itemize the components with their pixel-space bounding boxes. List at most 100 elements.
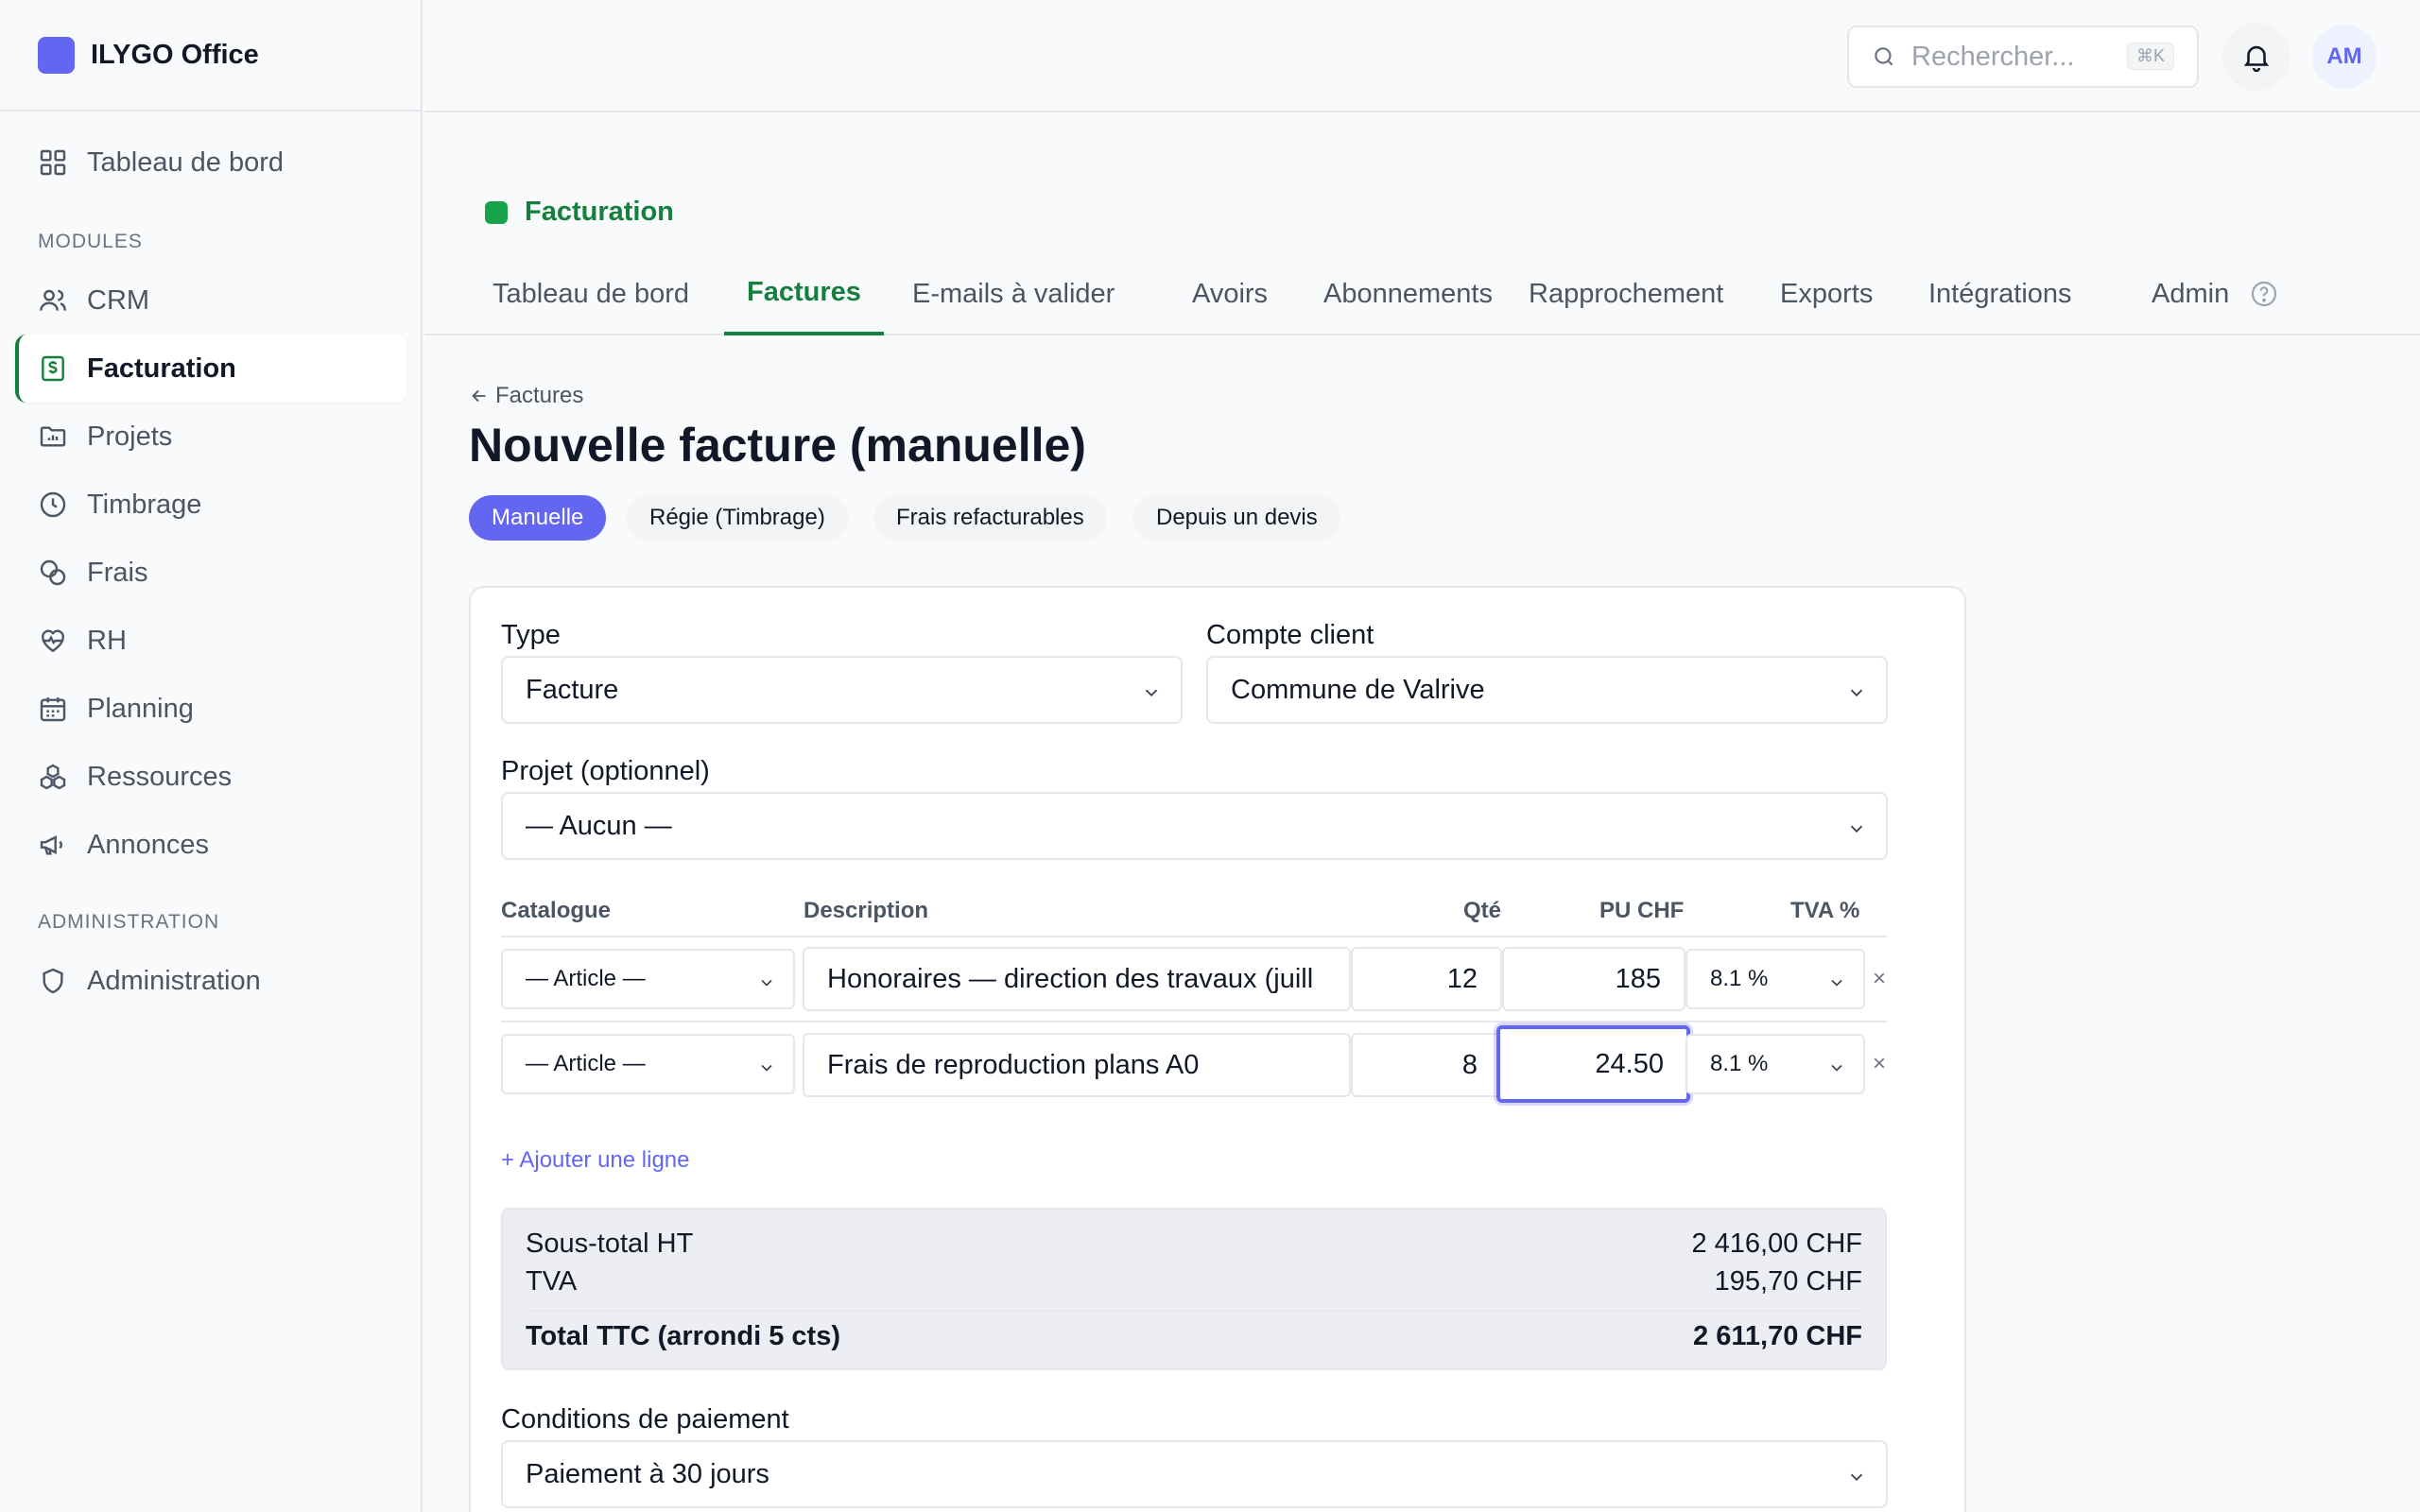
type-select[interactable]: Facture (501, 656, 1183, 724)
chevron-down-icon (761, 1064, 772, 1072)
sidebar: ILYGO Office Tableau de bord MODULES CRM… (0, 0, 423, 1512)
search-icon (1875, 47, 1893, 66)
line-unit-price-input[interactable]: 185 (1502, 947, 1685, 1011)
back-link[interactable]: Factures (469, 383, 583, 409)
line-vat-select[interactable]: 8.1 % (1685, 949, 1865, 1009)
sidebar-item-label: Tableau de bord (87, 146, 284, 178)
tab-tableau-de-bord[interactable]: Tableau de bord (470, 253, 712, 335)
sidebar-item-annonces[interactable]: Annonces (15, 811, 406, 879)
arrow-left-icon (472, 389, 486, 403)
line-catalogue-value: — Article — (526, 1051, 646, 1076)
tab-factures[interactable]: Factures (724, 253, 884, 335)
remove-line-button[interactable]: × (1873, 1051, 1886, 1077)
clock-icon (40, 491, 66, 518)
sidebar-item-frais[interactable]: Frais (15, 539, 406, 607)
bell-icon (2243, 45, 2270, 73)
search-placeholder: Rechercher... (1911, 41, 2075, 72)
add-line-button[interactable]: + Ajouter une ligne (501, 1147, 690, 1174)
tab-admin[interactable]: Admin (2129, 253, 2252, 335)
tab-integrations[interactable]: Intégrations (1906, 253, 2095, 335)
sidebar-item-label: Facturation (87, 352, 236, 384)
brand-logo (38, 36, 75, 74)
invoice-dollar-icon (42, 355, 64, 382)
sidebar-item-crm[interactable]: CRM (15, 266, 406, 335)
line-description-input[interactable]: Frais de reproduction plans A0 (803, 1033, 1351, 1097)
mode-regie[interactable]: Régie (Timbrage) (627, 495, 848, 541)
tab-emails-a-valider[interactable]: E-mails à valider (890, 253, 1137, 335)
total-label: Total TTC (arrondi 5 cts) (526, 1321, 840, 1351)
notifications-button[interactable] (2222, 23, 2290, 91)
payment-terms-select[interactable]: Paiement à 30 jours (501, 1440, 1888, 1508)
subtotal-value: 2 416,00 CHF (1691, 1228, 1862, 1259)
chevron-down-icon (1850, 825, 1863, 833)
vat-label: TVA (526, 1266, 578, 1297)
line-vat-value: 8.1 % (1710, 1051, 1769, 1076)
heart-pulse-icon (42, 629, 64, 653)
sidebar-item-rh[interactable]: RH (15, 607, 406, 675)
sidebar-item-label: Ressources (87, 761, 233, 792)
sidebar-item-projets[interactable]: Projets (15, 403, 406, 471)
sidebar-item-dashboard[interactable]: Tableau de bord (15, 129, 406, 197)
client-select[interactable]: Commune de Valrive (1206, 656, 1888, 724)
help-icon[interactable] (2249, 279, 2279, 309)
mode-manuelle[interactable]: Manuelle (469, 495, 607, 541)
client-label: Compte client (1206, 620, 1374, 650)
row-divider (501, 1021, 1887, 1022)
brand[interactable]: ILYGO Office (0, 0, 421, 112)
page-title: Nouvelle facture (manuelle) (469, 419, 1086, 472)
tab-rapprochement[interactable]: Rapprochement (1506, 253, 1746, 335)
sidebar-item-administration[interactable]: Administration (15, 947, 406, 1015)
sidebar-item-label: Planning (87, 693, 194, 724)
line-catalogue-select[interactable]: — Article — (501, 949, 795, 1009)
type-label: Type (501, 620, 561, 650)
line-qty-input[interactable]: 12 (1351, 947, 1502, 1011)
search-input[interactable]: Rechercher... ⌘K (1847, 26, 2199, 88)
column-header-catalogue: Catalogue (501, 898, 612, 923)
line-vat-select[interactable]: 8.1 % (1685, 1034, 1865, 1094)
chevron-down-icon (761, 979, 772, 987)
payment-terms-value: Paiement à 30 jours (526, 1458, 769, 1489)
vat-value: 195,70 CHF (1714, 1266, 1862, 1297)
chevron-down-icon (1831, 1064, 1842, 1072)
sidebar-item-facturation[interactable]: Facturation (15, 335, 406, 403)
project-select[interactable]: — Aucun — (501, 792, 1888, 860)
avatar[interactable]: AM (2312, 25, 2377, 89)
users-icon (40, 289, 66, 311)
tab-abonnements[interactable]: Abonnements (1301, 253, 1515, 335)
module-header: Facturation (485, 197, 674, 228)
line-description-input[interactable]: Honoraires — direction des travaux (juil… (803, 947, 1351, 1011)
back-link-label: Factures (495, 383, 584, 408)
sidebar-item-timbrage[interactable]: Timbrage (15, 471, 406, 539)
chevron-down-icon (1145, 689, 1158, 697)
line-catalogue-value: — Article — (526, 966, 646, 991)
line-unit-price-input[interactable]: 24.50 (1496, 1025, 1690, 1103)
subtotal-label: Sous-total HT (526, 1228, 694, 1259)
chevron-down-icon (1850, 689, 1863, 697)
tab-avoirs[interactable]: Avoirs (1169, 253, 1290, 335)
sidebar-item-label: Timbrage (87, 489, 202, 520)
sidebar-item-label: Administration (87, 965, 261, 996)
mode-frais-refacturables[interactable]: Frais refacturables (873, 495, 1107, 541)
line-qty-input[interactable]: 8 (1351, 1033, 1502, 1097)
remove-line-button[interactable]: × (1873, 966, 1886, 992)
tab-exports[interactable]: Exports (1757, 253, 1895, 335)
sidebar-item-planning[interactable]: Planning (15, 675, 406, 743)
totals-divider (526, 1310, 1862, 1312)
column-header-vat: TVA % (1790, 898, 1860, 923)
topbar: Rechercher... ⌘K AM (424, 0, 2420, 112)
header-divider (501, 936, 1887, 937)
chevron-down-icon (1850, 1473, 1863, 1482)
module-title: Facturation (525, 197, 674, 227)
mode-depuis-devis[interactable]: Depuis un devis (1133, 495, 1340, 541)
sidebar-section-administration: ADMINISTRATION (38, 911, 220, 933)
payment-terms-label: Conditions de paiement (501, 1404, 789, 1435)
column-header-description: Description (804, 898, 929, 923)
shield-icon (43, 968, 63, 994)
sidebar-item-ressources[interactable]: Ressources (15, 743, 406, 811)
coins-icon (40, 559, 66, 586)
sidebar-item-label: Frais (87, 557, 148, 588)
line-catalogue-select[interactable]: — Article — (501, 1034, 795, 1094)
column-header-qty: Qté (1463, 898, 1502, 923)
totals-box: Sous-total HT 2 416,00 CHF TVA 195,70 CH… (501, 1208, 1887, 1370)
brand-name: ILYGO Office (91, 39, 259, 70)
